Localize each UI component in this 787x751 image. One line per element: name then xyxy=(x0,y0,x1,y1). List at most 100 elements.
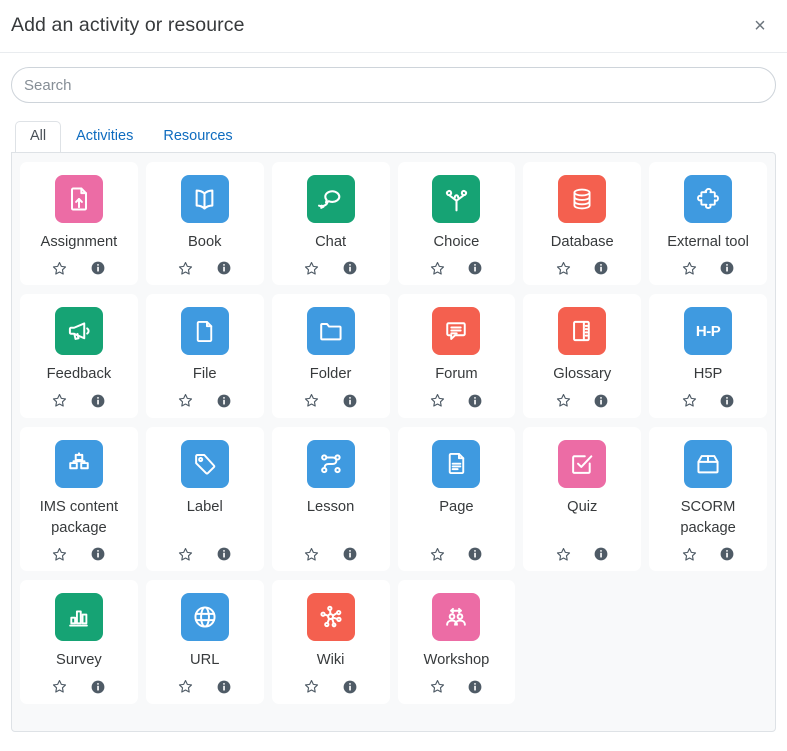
activity-label: Workshop xyxy=(423,650,489,671)
wiki-network-icon xyxy=(307,593,355,641)
info-icon[interactable] xyxy=(466,259,484,277)
activity-card-url[interactable]: URL xyxy=(146,580,264,703)
info-icon[interactable] xyxy=(89,678,107,696)
info-icon[interactable] xyxy=(215,392,233,410)
star-icon[interactable] xyxy=(51,545,69,563)
info-icon[interactable] xyxy=(341,545,359,563)
activity-card-file[interactable]: File xyxy=(146,294,264,417)
activity-card-survey[interactable]: Survey xyxy=(20,580,138,703)
globe-icon xyxy=(181,593,229,641)
card-actions xyxy=(428,545,484,563)
info-icon[interactable] xyxy=(718,545,736,563)
activity-card-wiki[interactable]: Wiki xyxy=(272,580,390,703)
activity-card-glossary[interactable]: Glossary xyxy=(523,294,641,417)
database-icon xyxy=(558,175,606,223)
search-input[interactable] xyxy=(11,67,776,103)
info-icon[interactable] xyxy=(466,545,484,563)
star-icon[interactable] xyxy=(554,259,572,277)
activity-grid-container: AssignmentBookChatChoice Database External… xyxy=(11,152,776,732)
activity-label: Lesson xyxy=(307,497,354,540)
star-icon[interactable] xyxy=(177,259,195,277)
h5p-icon: H‑P xyxy=(684,307,732,355)
close-icon[interactable]: × xyxy=(747,13,773,39)
star-icon[interactable] xyxy=(428,678,446,696)
info-icon[interactable] xyxy=(89,545,107,563)
tab-all[interactable]: All xyxy=(15,121,61,152)
tab-bar: AllActivitiesResources xyxy=(11,120,776,152)
info-icon[interactable] xyxy=(718,392,736,410)
star-icon[interactable] xyxy=(51,259,69,277)
activity-label: SCORM package xyxy=(655,497,761,540)
card-actions xyxy=(177,545,233,563)
info-icon[interactable] xyxy=(89,259,107,277)
info-icon[interactable] xyxy=(215,678,233,696)
activity-label: Folder xyxy=(310,364,352,385)
star-icon[interactable] xyxy=(177,678,195,696)
activity-card-external-tool[interactable]: External tool xyxy=(649,162,767,285)
chat-icon xyxy=(307,175,355,223)
activity-card-page[interactable]: Page xyxy=(398,427,516,572)
star-icon[interactable] xyxy=(51,392,69,410)
star-icon[interactable] xyxy=(680,545,698,563)
activity-card-lesson[interactable]: Lesson xyxy=(272,427,390,572)
star-icon[interactable] xyxy=(554,545,572,563)
star-icon[interactable] xyxy=(303,259,321,277)
tab-activities[interactable]: Activities xyxy=(61,121,148,152)
tab-resources[interactable]: Resources xyxy=(148,121,247,152)
activity-label: H5P xyxy=(694,364,723,385)
activity-card-folder[interactable]: Folder xyxy=(272,294,390,417)
card-actions xyxy=(51,259,107,277)
info-icon[interactable] xyxy=(592,259,610,277)
star-icon[interactable] xyxy=(177,545,195,563)
star-icon[interactable] xyxy=(303,392,321,410)
activity-card-scorm-package[interactable]: SCORM package xyxy=(649,427,767,572)
star-icon[interactable] xyxy=(680,392,698,410)
modal-body: AllActivitiesResources xyxy=(0,53,787,152)
star-icon[interactable] xyxy=(51,678,69,696)
ims-package-icon xyxy=(55,440,103,488)
activity-card-h5p[interactable]: H‑P H5P xyxy=(649,294,767,417)
card-actions xyxy=(554,392,610,410)
megaphone-icon xyxy=(55,307,103,355)
card-actions xyxy=(554,545,610,563)
star-icon[interactable] xyxy=(177,392,195,410)
star-icon[interactable] xyxy=(554,392,572,410)
activity-card-forum[interactable]: Forum xyxy=(398,294,516,417)
info-icon[interactable] xyxy=(215,545,233,563)
info-icon[interactable] xyxy=(592,545,610,563)
info-icon[interactable] xyxy=(341,392,359,410)
info-icon[interactable] xyxy=(592,392,610,410)
activity-card-ims-content-package[interactable]: IMS content package xyxy=(20,427,138,572)
activity-card-quiz[interactable]: Quiz xyxy=(523,427,641,572)
activity-label: Quiz xyxy=(567,497,597,540)
activity-card-choice[interactable]: Choice xyxy=(398,162,516,285)
star-icon[interactable] xyxy=(428,392,446,410)
star-icon[interactable] xyxy=(428,259,446,277)
activity-label: Page xyxy=(439,497,473,540)
activity-card-workshop[interactable]: Workshop xyxy=(398,580,516,703)
activity-card-book[interactable]: Book xyxy=(146,162,264,285)
quiz-check-icon xyxy=(558,440,606,488)
book-icon xyxy=(181,175,229,223)
info-icon[interactable] xyxy=(466,392,484,410)
card-actions xyxy=(554,259,610,277)
info-icon[interactable] xyxy=(89,392,107,410)
info-icon[interactable] xyxy=(215,259,233,277)
star-icon[interactable] xyxy=(428,545,446,563)
activity-label: Database xyxy=(551,232,614,253)
card-actions xyxy=(680,392,736,410)
forum-icon xyxy=(432,307,480,355)
info-icon[interactable] xyxy=(718,259,736,277)
info-icon[interactable] xyxy=(341,678,359,696)
star-icon[interactable] xyxy=(680,259,698,277)
star-icon[interactable] xyxy=(303,545,321,563)
activity-card-feedback[interactable]: Feedback xyxy=(20,294,138,417)
info-icon[interactable] xyxy=(466,678,484,696)
activity-card-label[interactable]: Label xyxy=(146,427,264,572)
activity-card-chat[interactable]: Chat xyxy=(272,162,390,285)
star-icon[interactable] xyxy=(303,678,321,696)
info-icon[interactable] xyxy=(341,259,359,277)
activity-card-database[interactable]: Database xyxy=(523,162,641,285)
activity-card-assignment[interactable]: Assignment xyxy=(20,162,138,285)
choice-icon xyxy=(432,175,480,223)
